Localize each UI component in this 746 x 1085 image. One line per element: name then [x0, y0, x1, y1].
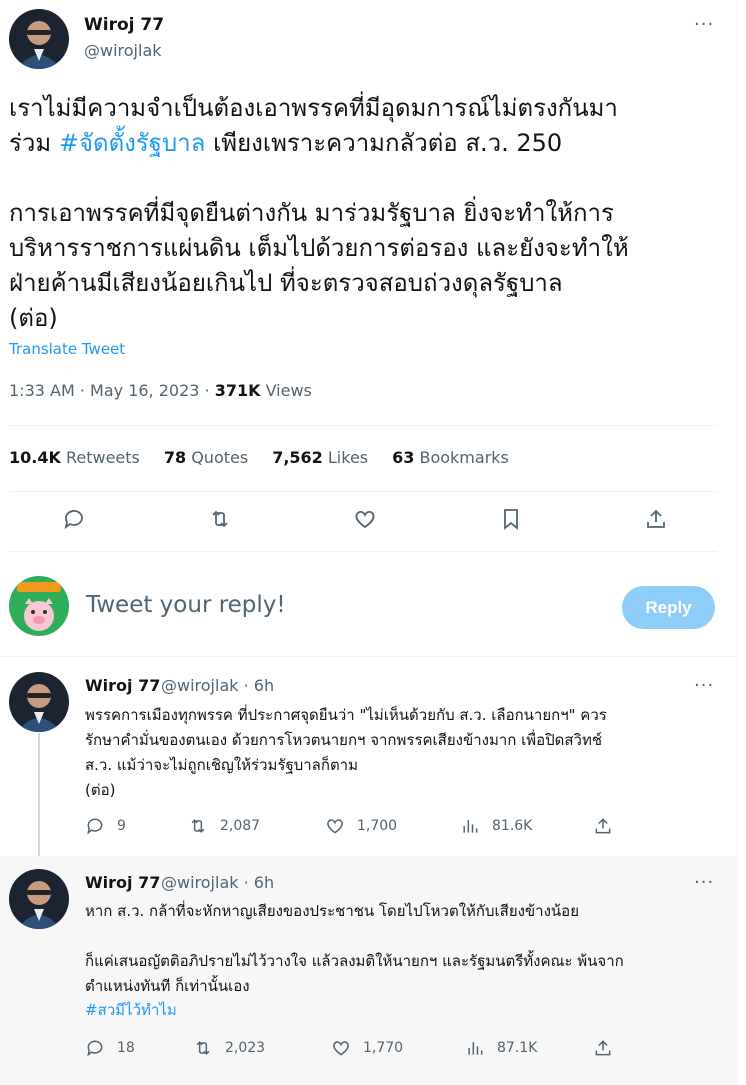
- retweets-stat[interactable]: 10.4K Retweets: [9, 448, 140, 467]
- like-count: 1,770: [363, 1040, 404, 1056]
- thread-connector: [38, 733, 40, 865]
- like-count-button[interactable]: 1,770: [331, 1038, 403, 1058]
- views-count: 371K: [214, 381, 261, 400]
- likes-stat[interactable]: 7,562 Likes: [272, 448, 368, 467]
- reply-author-handle[interactable]: @wirojlak · 6h: [161, 676, 274, 695]
- like-icon: [327, 819, 343, 834]
- likes-label: Likes: [322, 448, 369, 467]
- reply-action-bar: 18 2,023 1,770 87.1K: [85, 1038, 625, 1064]
- reply-text: พรรคการเมืองทุกพรรค ที่ประกาศจุดยืนว่า "…: [85, 706, 607, 799]
- retweet-count: 2,023: [225, 1040, 266, 1056]
- reply-icon: [87, 818, 103, 835]
- retweet-count-button[interactable]: 2,023: [193, 1038, 265, 1058]
- share-icon: [595, 1040, 611, 1056]
- tweet-detail-page: Wiroj 77 @wirojlak ··· เราไม่มีความจำเป็…: [0, 0, 738, 1085]
- divider: [9, 551, 717, 552]
- more-options-icon[interactable]: ···: [694, 14, 714, 35]
- quotes-label: Quotes: [186, 448, 249, 467]
- reply-button[interactable]: Reply: [622, 586, 715, 629]
- bookmarks-stat[interactable]: 63 Bookmarks: [392, 448, 509, 467]
- views-count: 81.6K: [492, 818, 533, 834]
- retweets-label: Retweets: [60, 448, 140, 467]
- bookmarks-count: 63: [392, 448, 415, 467]
- reply-icon[interactable]: [60, 505, 88, 533]
- reply-hashtag-link[interactable]: #สวมีไว้ทำไม: [85, 998, 725, 1023]
- like-icon[interactable]: [351, 505, 379, 533]
- more-options-icon[interactable]: ···: [694, 872, 714, 893]
- author-avatar[interactable]: [9, 9, 69, 69]
- like-icon: [333, 1041, 349, 1056]
- share-button[interactable]: [593, 816, 613, 836]
- reply-input[interactable]: Tweet your reply!: [86, 592, 286, 618]
- quotes-stat[interactable]: 78 Quotes: [164, 448, 248, 467]
- divider: [0, 656, 738, 657]
- reply-icon: [87, 1040, 103, 1057]
- like-count: 1,700: [357, 818, 398, 834]
- more-options-icon[interactable]: ···: [694, 675, 714, 696]
- retweet-count-button[interactable]: 2,087: [188, 816, 260, 836]
- reply-author-avatar[interactable]: [9, 869, 69, 929]
- retweet-icon[interactable]: [206, 505, 234, 533]
- tweet-text-paragraph-2: การเอาพรรคที่มีจุดยืนต่างกัน มาร่วมรัฐบา…: [9, 199, 629, 332]
- author-handle[interactable]: @wirojlak: [84, 41, 162, 60]
- tweet-stats: 10.4K Retweets 78 Quotes 7,562 Likes 63 …: [9, 448, 509, 467]
- reply-text: หาก ส.ว. กล้าที่จะหักหาญเสียงของประชาชน …: [85, 902, 624, 995]
- views-count-button[interactable]: 87.1K: [465, 1038, 537, 1058]
- author-name[interactable]: Wiroj 77: [84, 15, 164, 35]
- tweet-text-line2-pre: ร่วม: [9, 129, 59, 157]
- current-user-avatar[interactable]: [9, 576, 69, 636]
- reply-author-avatar[interactable]: [9, 672, 69, 732]
- reply-count: 9: [117, 818, 126, 834]
- retweets-count: 10.4K: [9, 448, 61, 467]
- likes-count: 7,562: [272, 448, 323, 467]
- views-label: Views: [260, 381, 312, 400]
- like-count-button[interactable]: 1,700: [325, 816, 397, 836]
- retweet-icon: [191, 819, 205, 833]
- bookmarks-label: Bookmarks: [414, 448, 509, 467]
- share-icon[interactable]: [642, 505, 670, 533]
- tweet-action-bar: [60, 505, 670, 533]
- reply-action-bar: 9 2,087 1,700 81.6K: [85, 816, 625, 842]
- reply-count-button[interactable]: 9: [85, 816, 126, 836]
- reply-author-name[interactable]: Wiroj 77: [85, 676, 160, 695]
- views-count: 87.1K: [497, 1040, 538, 1056]
- views-icon: [463, 820, 478, 833]
- quotes-count: 78: [163, 448, 187, 467]
- divider: [9, 425, 717, 426]
- hashtag-link[interactable]: #จัดตั้งรัฐบาล: [59, 129, 206, 157]
- tweet-text: เราไม่มีความจำเป็นต้องเอาพรรคที่มีอุดมกา…: [9, 91, 709, 161]
- tweet-text-line2-post: เพียงเพราะความกลัวต่อ ส.ว. 250: [205, 129, 563, 157]
- tweet-text-line1: เราไม่มีความจำเป็นต้องเอาพรรคที่มีอุดมกา…: [9, 94, 618, 122]
- share-icon: [595, 818, 611, 834]
- reply-author-name[interactable]: Wiroj 77: [85, 873, 160, 892]
- views-count-button[interactable]: 81.6K: [460, 816, 532, 836]
- retweet-icon: [196, 1041, 210, 1055]
- reply-author-handle[interactable]: @wirojlak · 6h: [161, 873, 274, 892]
- bookmark-icon[interactable]: [497, 505, 525, 533]
- reply-count: 18: [117, 1040, 135, 1056]
- share-button[interactable]: [593, 1038, 613, 1058]
- translate-tweet-link[interactable]: Translate Tweet: [9, 340, 125, 358]
- retweet-count: 2,087: [220, 818, 261, 834]
- divider: [9, 491, 717, 492]
- tweet-timestamp[interactable]: 1:33 AM · May 16, 2023 ·: [9, 381, 215, 400]
- views-icon: [468, 1042, 483, 1055]
- reply-count-button[interactable]: 18: [85, 1038, 135, 1058]
- tweet-meta: 1:33 AM · May 16, 2023 · 371K Views: [9, 381, 312, 400]
